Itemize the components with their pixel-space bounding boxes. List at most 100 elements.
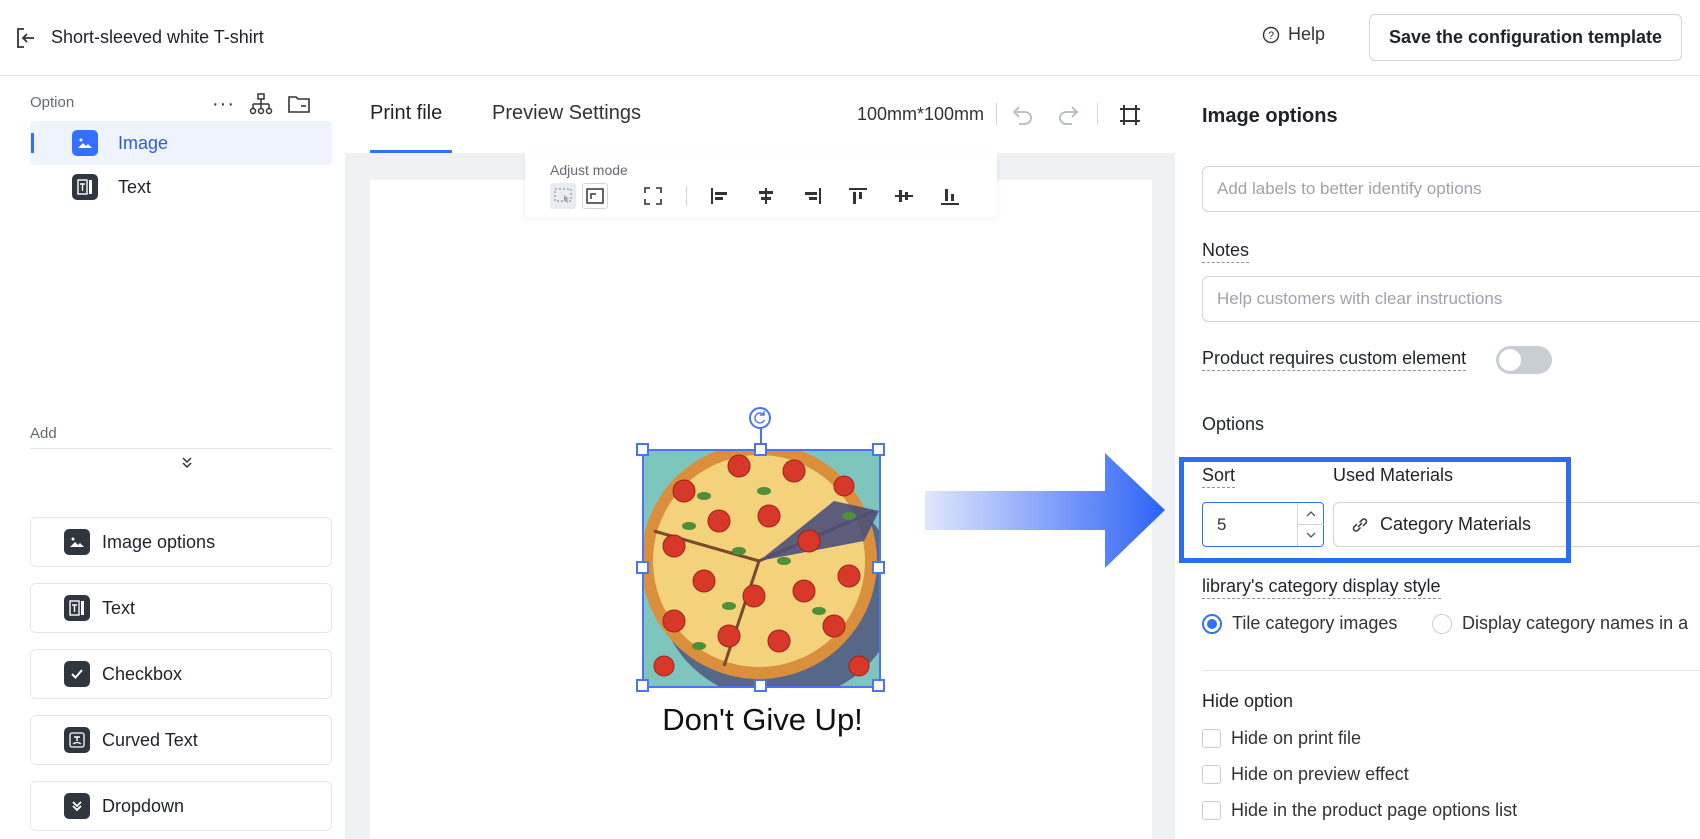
expand-icon[interactable]: [640, 183, 666, 209]
divider: [996, 103, 997, 125]
align-center-h-icon[interactable]: [753, 183, 779, 209]
image-icon: [72, 130, 98, 156]
rotate-icon: [754, 411, 766, 424]
hide-on-preview-checkbox[interactable]: Hide on preview effect: [1202, 764, 1409, 785]
page-title: Short-sleeved white T-shirt: [51, 27, 264, 47]
align-right-icon[interactable]: [799, 183, 825, 209]
checkbox-icon: [64, 661, 90, 687]
notes-label-text: Notes: [1202, 240, 1250, 263]
divider: [1097, 103, 1098, 125]
help-link[interactable]: ? Help: [1262, 24, 1325, 45]
option-tools: ···: [212, 92, 311, 116]
radio-tile-category-images[interactable]: Tile category images: [1202, 613, 1397, 634]
option-section-label: Option: [30, 94, 75, 111]
custom-element-label: Product requires custom element: [1202, 348, 1467, 371]
resize-handle[interactable]: [754, 443, 767, 456]
resize-handle[interactable]: [636, 443, 649, 456]
add-item-label: Dropdown: [102, 795, 185, 816]
svg-text:?: ?: [1268, 30, 1274, 42]
resize-handle[interactable]: [636, 561, 649, 574]
chevron-double-down-icon[interactable]: [180, 455, 194, 469]
arrow-annotation: [925, 453, 1165, 568]
notes-input[interactable]: Help customers with clear instructions: [1202, 276, 1700, 322]
add-dropdown-button[interactable]: Dropdown: [30, 781, 332, 831]
pizza-image: [644, 451, 879, 686]
radio-selected-icon: [1202, 613, 1222, 634]
curved-text-icon: [64, 727, 90, 753]
tree-item-text[interactable]: Text: [30, 165, 332, 209]
notes-label: Notes: [1202, 240, 1250, 263]
text-icon: [64, 595, 90, 621]
selected-image[interactable]: [642, 449, 881, 688]
hide-on-print-file-checkbox[interactable]: Hide on print file: [1202, 728, 1361, 749]
checkbox-box: [1202, 801, 1221, 820]
radio-label: Tile category images: [1232, 613, 1398, 633]
add-image-options-button[interactable]: Image options: [30, 517, 332, 567]
left-panel: Option ··· Image Text Add Image options …: [0, 77, 345, 839]
help-label: Help: [1288, 24, 1326, 44]
highlight-box: [1179, 457, 1571, 563]
canvas-text-element[interactable]: Don't Give Up!: [585, 702, 940, 738]
hide-option-label: Hide option: [1202, 691, 1294, 711]
add-curved-text-button[interactable]: Curved Text: [30, 715, 332, 765]
resize-handle[interactable]: [872, 561, 885, 574]
add-item-label: Text: [102, 597, 136, 618]
add-item-label: Image options: [102, 531, 216, 552]
custom-element-toggle[interactable]: [1496, 346, 1552, 374]
add-checkbox-button[interactable]: Checkbox: [30, 649, 332, 699]
text-icon: [72, 174, 98, 200]
tab-preview-settings[interactable]: Preview Settings: [492, 102, 641, 125]
panel-title: Image options: [1202, 105, 1338, 127]
select-area-icon[interactable]: [550, 183, 576, 209]
more-icon[interactable]: ···: [212, 93, 235, 116]
display-style-label-text: library's category display style: [1202, 576, 1441, 599]
crop-frame-icon[interactable]: [1118, 103, 1142, 127]
align-left-icon[interactable]: [707, 183, 733, 209]
undo-icon[interactable]: [1011, 104, 1035, 126]
add-section-label: Add: [30, 425, 57, 442]
center-tabs: Print file Preview Settings 100mm*100mm: [345, 77, 1175, 153]
custom-element-label-text: Product requires custom element: [1202, 348, 1467, 371]
add-item-label: Curved Text: [102, 729, 198, 750]
checkbox-label: Hide on preview effect: [1231, 764, 1409, 784]
radio-display-category-names[interactable]: Display category names in a: [1432, 613, 1688, 634]
image-options-icon: [64, 529, 90, 555]
adjust-icons: [550, 183, 983, 209]
divider: [30, 448, 332, 449]
add-text-button[interactable]: Text: [30, 583, 332, 633]
question-circle-icon: ?: [1262, 26, 1280, 43]
save-template-button[interactable]: Save the configuration template: [1369, 14, 1682, 61]
dropdown-icon: [64, 793, 90, 819]
label-input[interactable]: Add labels to better identify options: [1202, 166, 1700, 212]
checkbox-label: Hide on print file: [1231, 728, 1362, 748]
divider: [1202, 670, 1700, 671]
tab-print-file[interactable]: Print file: [370, 102, 442, 125]
tree-item-image[interactable]: Image: [30, 121, 332, 165]
exit-icon[interactable]: [14, 26, 38, 50]
resize-handle[interactable]: [872, 679, 885, 692]
align-middle-icon[interactable]: [891, 183, 917, 209]
hierarchy-icon[interactable]: [249, 92, 273, 116]
tree-item-label: Text: [118, 176, 152, 197]
rotate-handle[interactable]: [749, 407, 771, 429]
add-item-label: Checkbox: [102, 663, 183, 684]
divider: [686, 186, 687, 206]
tree-item-label: Image: [118, 132, 169, 153]
top-bar: Short-sleeved white T-shirt ? Help Save …: [0, 0, 1700, 76]
adjust-mode-label: Adjust mode: [550, 162, 628, 178]
active-tab-indicator: [370, 150, 452, 153]
resize-handle[interactable]: [872, 443, 885, 456]
fit-frame-icon[interactable]: [582, 183, 608, 209]
options-section-label: Options: [1202, 414, 1265, 434]
display-style-label: library's category display style: [1202, 576, 1441, 599]
folder-icon[interactable]: [287, 92, 311, 116]
canvas-dimensions: 100mm*100mm: [857, 104, 985, 124]
resize-handle[interactable]: [636, 679, 649, 692]
hide-in-options-list-checkbox[interactable]: Hide in the product page options list: [1202, 800, 1517, 821]
redo-icon[interactable]: [1056, 104, 1080, 126]
resize-handle[interactable]: [754, 679, 767, 692]
align-bottom-icon[interactable]: [937, 183, 963, 209]
options-panel: Image options Add labels to better ident…: [1175, 77, 1700, 839]
align-top-icon[interactable]: [845, 183, 871, 209]
checkbox-box: [1202, 765, 1221, 784]
